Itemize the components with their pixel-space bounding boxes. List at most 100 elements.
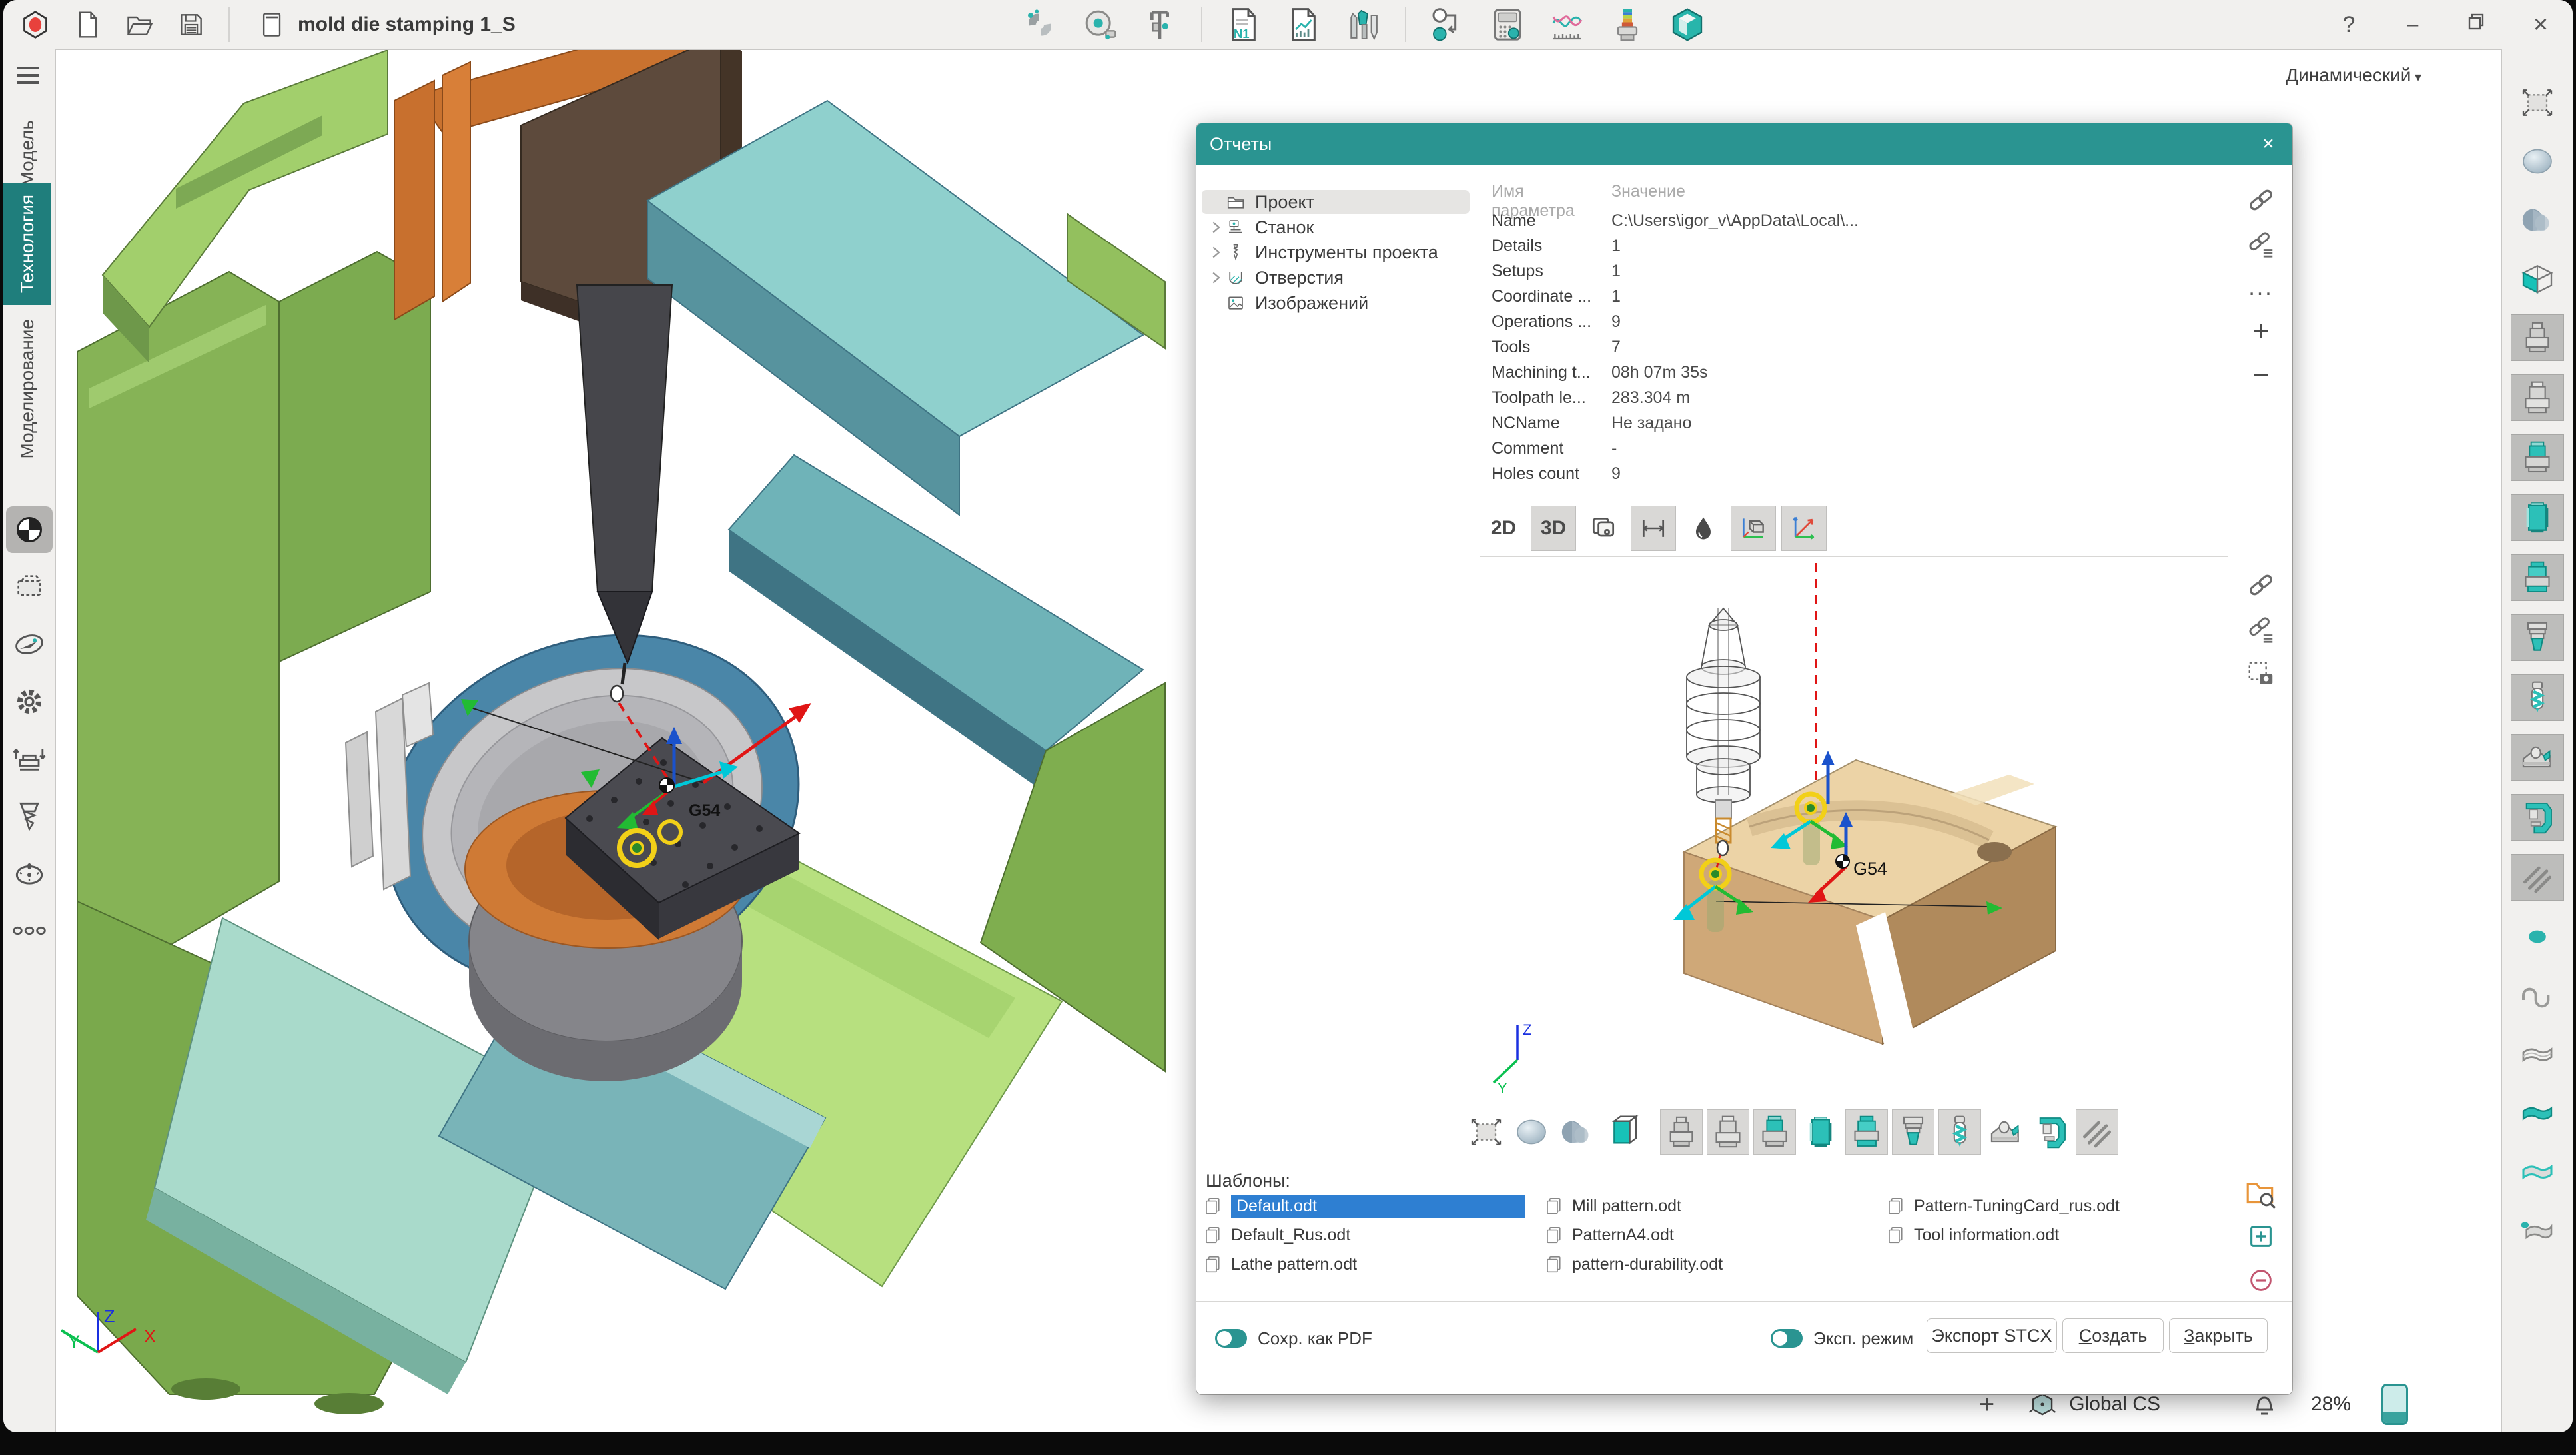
template-item[interactable]: Lathe pattern.odt — [1203, 1252, 1357, 1277]
toggle-switch[interactable] — [1215, 1329, 1247, 1348]
simulation-icon[interactable] — [1669, 6, 1706, 43]
view-mode-dropdown[interactable]: Динамический ▾ — [2286, 65, 2421, 86]
template-item[interactable]: Default.odt — [1203, 1193, 1525, 1218]
tree-item-machine[interactable]: Станок — [1202, 215, 1470, 239]
curve-icon[interactable] — [2511, 973, 2563, 1018]
screenshot-icon[interactable] — [2233, 651, 2289, 695]
template-item[interactable]: Tool information.odt — [1886, 1222, 2059, 1248]
cone-part-icon[interactable] — [2511, 197, 2563, 242]
create-button[interactable]: Создать — [2062, 1318, 2164, 1353]
link-icon[interactable] — [2233, 563, 2289, 607]
chevron-right-icon[interactable] — [1206, 268, 1226, 288]
holder-collet-icon[interactable] — [2511, 434, 2564, 481]
template-item[interactable]: Pattern-TuningCard_rus.odt — [1886, 1193, 2120, 1218]
holder-gray-icon[interactable] — [2511, 314, 2564, 361]
gauge-clock-icon[interactable] — [6, 850, 53, 897]
tab-modeling[interactable]: Моделирование — [3, 310, 51, 468]
save-as-pdf-toggle[interactable]: Сохр. как PDF — [1215, 1322, 1372, 1354]
fit-selection-icon[interactable] — [2511, 80, 2563, 125]
gear-icon[interactable] — [6, 678, 53, 725]
template-item[interactable]: Mill pattern.odt — [1544, 1193, 1681, 1218]
sphere-shaded-icon[interactable] — [2511, 139, 2563, 184]
heat-tool-icon[interactable] — [1609, 6, 1646, 43]
tool-curves-icon[interactable] — [1549, 6, 1586, 43]
stock-box-icon[interactable] — [6, 564, 53, 610]
open-folder-icon[interactable] — [125, 10, 154, 39]
holder-silver-icon[interactable] — [2511, 374, 2564, 421]
template-item[interactable]: pattern-durability.odt — [1544, 1252, 1723, 1277]
remove-button[interactable]: − — [2233, 354, 2289, 398]
tree-item-project-tools[interactable]: Инструменты проекта — [1202, 241, 1470, 264]
machine-3d-scene[interactable] — [56, 50, 1228, 1422]
stepped-tool-icon[interactable] — [1892, 1109, 1934, 1155]
drill-bit-icon[interactable] — [1938, 1109, 1981, 1155]
sphere-shaded-icon[interactable] — [1511, 1110, 1552, 1154]
link-list-icon[interactable] — [2233, 222, 2289, 266]
holder-silver-icon[interactable] — [1707, 1109, 1749, 1155]
help-button[interactable]: ? — [2334, 12, 2363, 38]
stepped-tool-icon[interactable] — [2511, 614, 2564, 661]
link-icon[interactable] — [2233, 178, 2289, 222]
chevron-right-icon[interactable] — [1206, 242, 1226, 262]
machine-fixture-icon[interactable] — [1985, 1110, 2026, 1154]
chevron-right-icon[interactable] — [1206, 217, 1226, 237]
magnet-snap-icon[interactable] — [1021, 6, 1059, 43]
tree-item-project[interactable]: Проект — [1202, 190, 1470, 214]
tab-2d[interactable]: 2D — [1482, 506, 1525, 550]
holder-gray-icon[interactable] — [1660, 1109, 1703, 1155]
tools-library-icon[interactable] — [1345, 6, 1382, 43]
tree-item-images[interactable]: Изображений — [1202, 291, 1470, 315]
report-3d-preview[interactable]: G54 Z Y — [1483, 560, 2226, 1100]
cylinder-stock-icon[interactable] — [1800, 1110, 1841, 1154]
measure-tape-icon[interactable] — [1081, 6, 1118, 43]
compass-icon[interactable] — [6, 621, 53, 668]
template-item[interactable]: Default_Rus.odt — [1203, 1222, 1350, 1248]
cone-part-icon[interactable] — [1556, 1110, 1597, 1154]
stock-wire-box-icon[interactable] — [2511, 256, 2563, 301]
dimensions-icon[interactable] — [1631, 506, 1676, 551]
shading-droplet-icon[interactable] — [1681, 506, 1725, 550]
dialog-header[interactable]: Отчеты × — [1196, 123, 2292, 165]
template-item[interactable]: PatternA4.odt — [1544, 1222, 1674, 1248]
stock-teal-box-icon[interactable] — [1601, 1110, 1643, 1154]
link-list-icon[interactable] — [2233, 607, 2289, 651]
add-template-icon[interactable] — [2233, 1214, 2289, 1258]
menu-hamburger-icon[interactable] — [17, 67, 39, 84]
part-fixture-icon[interactable] — [2511, 794, 2564, 841]
surface-half-icon[interactable] — [2511, 1149, 2563, 1194]
holder-collet-icon[interactable] — [1753, 1109, 1796, 1155]
tree-item-holes[interactable]: Отверстия — [1202, 266, 1470, 290]
workpiece-target-icon[interactable] — [6, 506, 53, 553]
browse-folder-icon[interactable] — [2233, 1171, 2289, 1214]
axes-icon[interactable] — [1781, 506, 1827, 551]
drill-bit-icon[interactable] — [2511, 674, 2564, 721]
remove-template-icon[interactable] — [2233, 1258, 2289, 1302]
maximize-button[interactable] — [2462, 12, 2491, 38]
point-dot-icon[interactable] — [2511, 914, 2563, 959]
surface-point-icon[interactable] — [2511, 1207, 2563, 1252]
add-button[interactable]: + — [2233, 310, 2289, 354]
tab-model[interactable]: Модель — [3, 113, 51, 193]
nc-program-icon[interactable] — [1225, 6, 1262, 43]
save-icon[interactable] — [177, 10, 206, 39]
more-button[interactable]: ... — [2233, 266, 2289, 310]
minimize-button[interactable]: – — [2398, 13, 2427, 36]
toggle-switch[interactable] — [1771, 1329, 1803, 1348]
tab-technology[interactable]: Технология — [3, 183, 51, 305]
fit-selection-icon[interactable] — [1466, 1110, 1507, 1154]
hatch-section-icon[interactable] — [2511, 854, 2564, 901]
holder-teal-icon[interactable] — [2511, 554, 2564, 601]
part-fixture-icon[interactable] — [2030, 1110, 2072, 1154]
export-stcx-button[interactable]: Экспорт STCX — [1927, 1318, 2057, 1353]
surface-teal-icon[interactable] — [2511, 1090, 2563, 1135]
close-button[interactable]: × — [2526, 11, 2555, 39]
cube-axes-icon[interactable] — [1731, 506, 1776, 551]
machine-fixture-icon[interactable] — [2511, 734, 2564, 781]
new-document-icon[interactable] — [73, 10, 102, 39]
close-dialog-button[interactable]: Закрыть — [2169, 1318, 2268, 1353]
drill-tool-icon[interactable] — [6, 793, 53, 839]
dialog-close-icon[interactable]: × — [2255, 123, 2282, 165]
layers-visibility-icon[interactable] — [1581, 506, 1625, 550]
more-dots-icon[interactable] — [6, 907, 53, 954]
export-mode-toggle[interactable]: Эксп. режим — [1771, 1322, 1913, 1354]
